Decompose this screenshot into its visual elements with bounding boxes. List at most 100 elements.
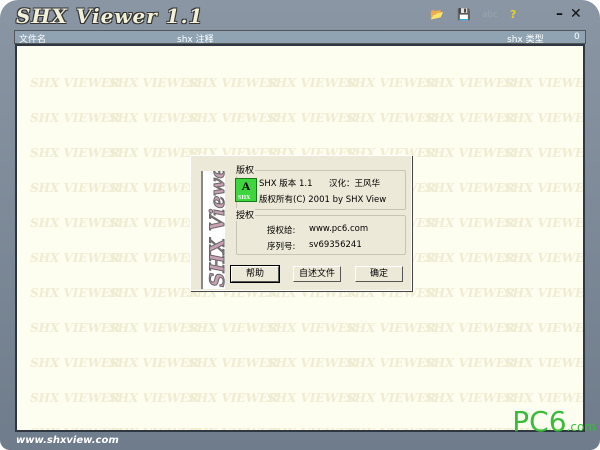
watermark-text: SHX VIEWER <box>188 111 279 125</box>
watermark-text: SHX VIEWER <box>583 321 585 335</box>
save-icon[interactable]: 💾 <box>457 8 471 21</box>
watermark-text: SHX VIEWER <box>504 356 585 370</box>
shx-file-icon: A SHX <box>235 178 257 202</box>
watermark-text: SHX VIEWER <box>267 391 358 405</box>
pc6-logo: PC6.com <box>512 405 596 438</box>
watermark-text: SHX VIEWER <box>109 286 200 300</box>
watermark-text: SHX VIEWER <box>425 216 516 230</box>
logo-text: SHX Viewer <box>205 171 226 288</box>
watermark-text: SHX VIEWER <box>346 356 437 370</box>
watermark-text: SHX VIEWER <box>504 286 585 300</box>
watermark-text: SHX VIEWER <box>504 391 585 405</box>
readme-button[interactable]: 自述文件 <box>293 266 341 282</box>
watermark-text: SHX VIEWER <box>30 426 120 430</box>
watermark-text: SHX VIEWER <box>425 251 516 265</box>
help-icon[interactable]: ? <box>510 8 516 21</box>
watermark-text: SHX VIEWER <box>109 251 200 265</box>
watermark-text: SHX VIEWER <box>30 391 121 405</box>
list-header: 文件名 shx 注释 shx 类型 0 <box>14 30 586 45</box>
watermark-text: SHX VIEWER <box>30 251 121 265</box>
watermark-text: SHX VIEWER <box>267 356 358 370</box>
app-window: SHX Viewer 1.1 📂 💾 abc ? – ✕ 文件名 shx 注释 … <box>0 0 600 450</box>
watermark-text: SHX VIEWER <box>109 391 200 405</box>
copyright-group: 版权 SHX 版本 1.1 汉化：王风华 版权所有(C) 2001 by SHX… <box>235 163 406 210</box>
watermark-text: SHX VIEWER <box>346 111 437 125</box>
watermark-text: SHX VIEWER <box>504 111 585 125</box>
file-count: 0 <box>574 32 580 42</box>
watermark-text: SHX VIEWER <box>583 146 585 160</box>
watermark-text: SHX VIEWER <box>267 321 358 335</box>
watermark-text: SHX VIEWER <box>504 216 585 230</box>
watermark-text: SHX VIEWER <box>425 286 516 300</box>
watermark-text: SHX VIEWER <box>109 76 200 90</box>
watermark-text: SHX VIEWER <box>425 181 516 195</box>
watermark-text: SHX VIEWER <box>425 111 516 125</box>
open-folder-icon[interactable]: 📂 <box>430 8 444 21</box>
license-group-label: 授权 <box>235 208 256 221</box>
watermark-text: SHX VIEWER <box>30 111 121 125</box>
watermark-text: SHX VIEWER <box>583 111 585 125</box>
watermark-text: SHX VIEWER <box>425 391 516 405</box>
watermark-text: SHX VIEWER <box>30 216 121 230</box>
watermark-text: SHX VIEWER <box>504 181 585 195</box>
minimize-button[interactable]: – <box>556 6 563 22</box>
watermark-text: SHX VIEWER <box>425 76 516 90</box>
watermark-text: SHX VIEWER <box>346 426 436 430</box>
watermark-text: SHX VIEWER <box>346 391 437 405</box>
watermark-text: SHX VIEWER <box>188 321 279 335</box>
watermark-text: SHX VIEWER <box>30 181 121 195</box>
watermark-text: SHX VIEWER <box>188 356 279 370</box>
copyright-text: 版权所有(C) 2001 by SHX View <box>259 195 387 205</box>
watermark-text: SHX VIEWER <box>425 356 516 370</box>
ok-button[interactable]: 确定 <box>355 266 403 282</box>
watermark-text: SHX VIEWER <box>346 321 437 335</box>
close-button[interactable]: ✕ <box>570 6 582 22</box>
watermark-text: SHX VIEWER <box>267 111 358 125</box>
watermark-text: SHX VIEWER <box>267 426 357 430</box>
watermark-text: SHX VIEWER <box>109 216 200 230</box>
watermark-text: SHX VIEWER <box>583 216 585 230</box>
serial-label: 序列号: <box>267 242 296 252</box>
watermark-text: SHX VIEWER <box>30 356 121 370</box>
watermark-text: SHX VIEWER <box>109 181 200 195</box>
copyright-group-label: 版权 <box>235 163 256 176</box>
watermark-text: SHX VIEWER <box>30 76 121 90</box>
watermark-text: SHX VIEWER <box>504 146 585 160</box>
watermark-text: SHX VIEWER <box>267 76 358 90</box>
watermark-text: SHX VIEWER <box>583 391 585 405</box>
watermark-text: SHX VIEWER <box>109 146 200 160</box>
serial-value: sv69356241 <box>309 240 362 250</box>
watermark-text: SHX VIEWER <box>504 76 585 90</box>
abc-button[interactable]: abc <box>482 10 498 20</box>
logo-banner: SHX Viewer <box>201 171 225 289</box>
watermark-text: SHX VIEWER <box>188 391 279 405</box>
translator-text: 汉化：王风华 <box>329 179 381 189</box>
app-title: SHX Viewer 1.1 <box>16 4 204 28</box>
watermark-text: SHX VIEWER <box>109 321 200 335</box>
watermark-text: SHX VIEWER <box>583 181 585 195</box>
watermark-text: SHX VIEWER <box>109 426 199 430</box>
help-button[interactable]: 帮助 <box>230 265 280 283</box>
licensee-label: 授权给: <box>267 226 296 236</box>
watermark-text: SHX VIEWER <box>188 76 279 90</box>
watermark-text: SHX VIEWER <box>425 426 515 430</box>
about-dialog: SHX Viewer 版权 SHX 版本 1.1 汉化：王风华 版权所有(C) … <box>190 155 412 291</box>
watermark-text: SHX VIEWER <box>583 76 585 90</box>
version-text: SHX 版本 1.1 <box>259 179 313 189</box>
watermark-text: SHX VIEWER <box>425 321 516 335</box>
website-link[interactable]: www.shxview.com <box>16 435 119 446</box>
watermark-text: SHX VIEWER <box>30 146 121 160</box>
watermark-text: SHX VIEWER <box>30 286 121 300</box>
watermark-text: SHX VIEWER <box>583 286 585 300</box>
watermark-text: SHX VIEWER <box>504 251 585 265</box>
watermark-text: SHX VIEWER <box>188 426 278 430</box>
watermark-text: SHX VIEWER <box>583 251 585 265</box>
watermark-text: SHX VIEWER <box>504 321 585 335</box>
watermark-text: SHX VIEWER <box>583 356 585 370</box>
watermark-text: SHX VIEWER <box>30 321 121 335</box>
license-group: 授权 授权给: www.pc6.com 序列号: sv69356241 <box>235 208 406 255</box>
watermark-text: SHX VIEWER <box>425 146 516 160</box>
licensee-value: www.pc6.com <box>309 224 369 234</box>
watermark-text: SHX VIEWER <box>109 356 200 370</box>
watermark-text: SHX VIEWER <box>109 111 200 125</box>
